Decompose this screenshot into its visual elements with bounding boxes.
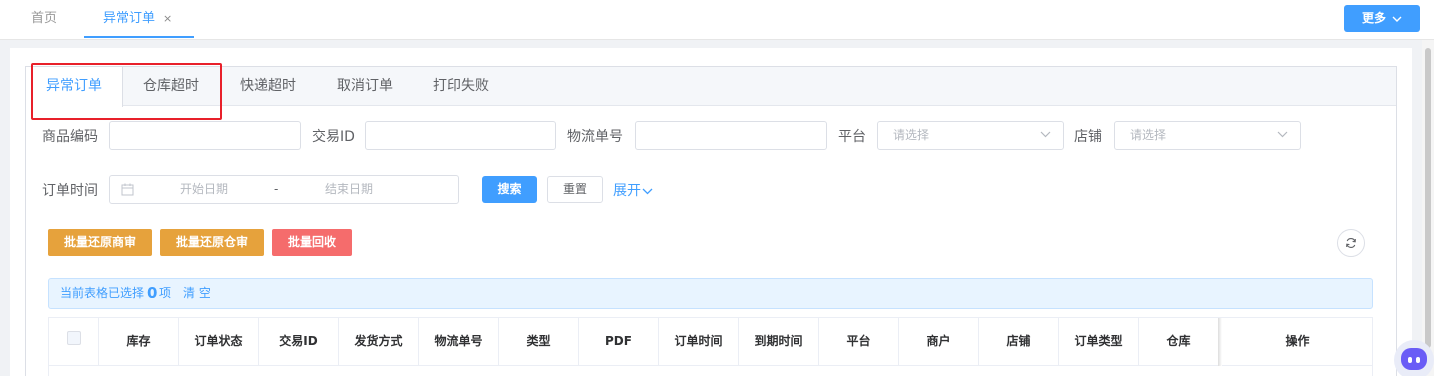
tab-cancelled-orders[interactable]: 取消订单 (317, 67, 413, 106)
selection-info-bar: 当前表格已选择 0 项 清 空 (48, 278, 1373, 309)
top-tab-label: 异常订单 (103, 11, 156, 26)
tracking-no-label: 物流单号 (567, 129, 623, 145)
select-all-checkbox[interactable] (67, 331, 81, 345)
robot-eye (1408, 357, 1412, 363)
top-tab-abnormal-orders[interactable]: 异常订单 × (84, 0, 194, 38)
clear-selection-link[interactable]: 清 空 (183, 279, 211, 308)
chevron-down-icon (1040, 131, 1051, 138)
reset-button[interactable]: 重置 (547, 176, 603, 203)
orders-table-body (48, 366, 1373, 376)
top-tab-home[interactable]: 首页 (31, 0, 57, 38)
batch-restore-merchant-review-button[interactable]: 批量还原商审 (48, 229, 152, 256)
tab-print-failed[interactable]: 打印失败 (413, 67, 509, 106)
expand-filters-link[interactable]: 展开 (613, 180, 653, 200)
chevron-down-icon (1392, 16, 1402, 22)
column-header[interactable]: 仓库 (1139, 318, 1219, 365)
column-header[interactable]: 订单时间 (659, 318, 739, 365)
column-header[interactable]: 订单类型 (1059, 318, 1139, 365)
column-header[interactable]: 类型 (499, 318, 579, 365)
column-header[interactable]: 店铺 (979, 318, 1059, 365)
trade-id-label: 交易ID (312, 129, 355, 145)
date-range-separator: - (274, 182, 279, 196)
robot-eye (1416, 357, 1420, 363)
column-header[interactable]: 物流单号 (419, 318, 499, 365)
column-header[interactable]: 交易ID (259, 318, 339, 365)
refresh-icon (1346, 238, 1356, 248)
column-header[interactable]: 订单状态 (179, 318, 259, 365)
platform-label: 平台 (838, 129, 866, 145)
batch-recycle-button[interactable]: 批量回收 (272, 229, 352, 256)
more-button-label: 更多 (1361, 11, 1386, 25)
search-button[interactable]: 搜索 (482, 176, 537, 203)
page-scrollbar-thumb[interactable] (1425, 48, 1431, 348)
chevron-down-icon (642, 188, 653, 194)
more-button[interactable]: 更多 (1344, 5, 1420, 32)
column-header[interactable]: 库存 (99, 318, 179, 365)
column-header[interactable]: PDF (579, 318, 659, 365)
order-time-range-picker[interactable]: 开始日期 - 结束日期 (109, 175, 459, 204)
selection-prefix: 当前表格已选择 (60, 286, 145, 300)
column-header[interactable]: 平台 (819, 318, 899, 365)
refresh-button[interactable] (1337, 229, 1365, 257)
tab-express-timeout[interactable]: 快递超时 (219, 67, 317, 106)
platform-select-placeholder: 请选择 (893, 128, 930, 142)
column-header-actions[interactable]: 操作 (1223, 318, 1372, 365)
robot-face (1401, 348, 1427, 370)
product-code-label: 商品编码 (42, 129, 98, 145)
platform-select[interactable]: 请选择 (877, 121, 1064, 150)
store-select-placeholder: 请选择 (1130, 128, 1167, 142)
start-date-placeholder[interactable]: 开始日期 (180, 176, 228, 203)
selection-count: 0 (147, 284, 158, 302)
assistant-robot-icon[interactable] (1394, 340, 1434, 376)
selection-suffix: 项 (159, 286, 172, 300)
chevron-down-icon (1277, 131, 1288, 138)
order-time-label: 订单时间 (42, 183, 98, 199)
highlight-annotation-box (31, 63, 222, 120)
store-label: 店铺 (1074, 129, 1102, 145)
column-header[interactable]: 到期时间 (739, 318, 819, 365)
store-select[interactable]: 请选择 (1114, 121, 1301, 150)
calendar-icon (121, 183, 134, 196)
column-header[interactable]: 商户 (899, 318, 979, 365)
column-header[interactable]: 发货方式 (339, 318, 419, 365)
tracking-no-input[interactable] (635, 121, 827, 150)
close-icon[interactable]: × (163, 12, 172, 25)
product-code-input[interactable] (109, 121, 301, 150)
end-date-placeholder[interactable]: 结束日期 (325, 176, 373, 203)
trade-id-input[interactable] (365, 121, 556, 150)
select-all-cell (49, 318, 99, 365)
top-tab-bar: 首页 异常订单 × 更多 (0, 0, 1434, 40)
orders-table-header: 库存 订单状态 交易ID 发货方式 物流单号 类型 PDF 订单时间 到期时间 … (48, 317, 1373, 366)
expand-label: 展开 (613, 183, 641, 199)
order-tabs-header: 异常订单 仓库超时 快递超时 取消订单 打印失败 (26, 67, 1396, 107)
batch-restore-warehouse-review-button[interactable]: 批量还原仓审 (160, 229, 264, 256)
